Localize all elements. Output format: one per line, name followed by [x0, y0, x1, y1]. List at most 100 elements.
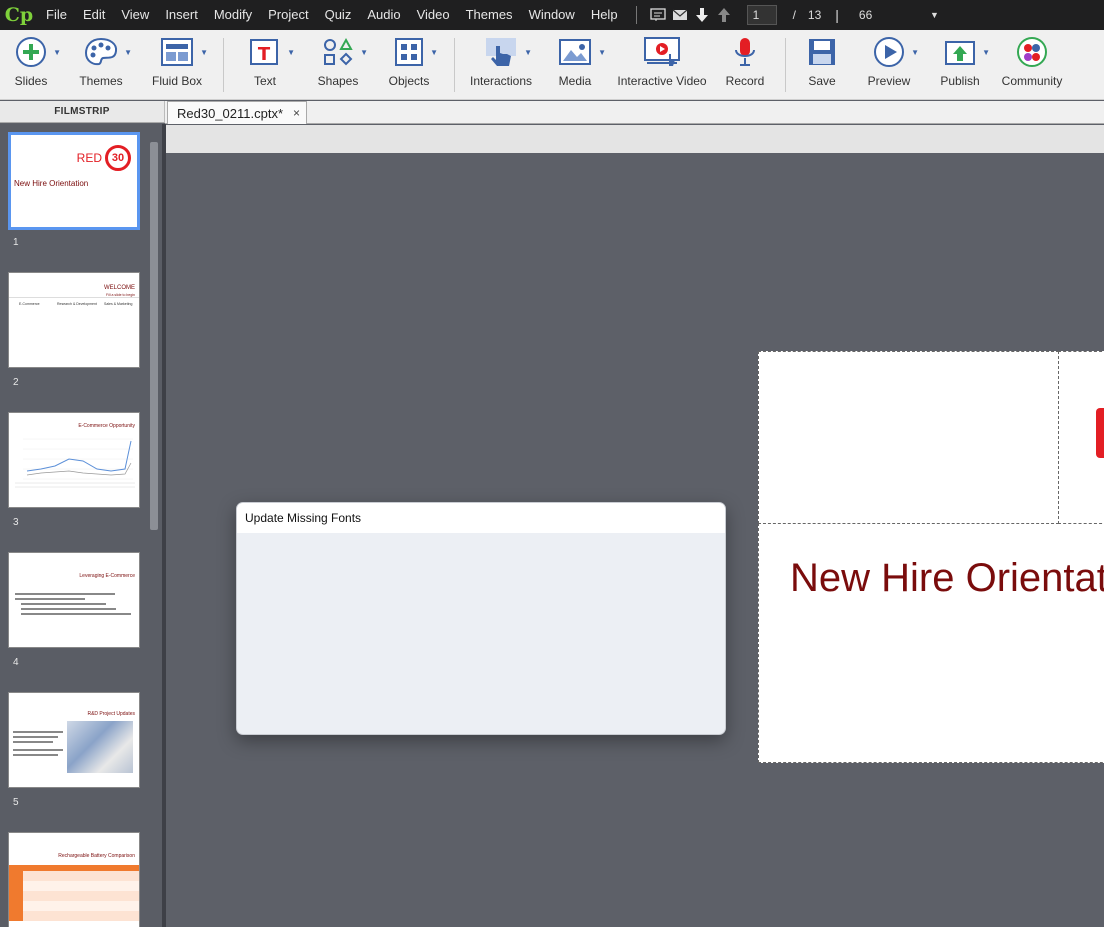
update-missing-fonts-dialog: Update Missing Fonts	[236, 502, 726, 735]
save-button[interactable]: Save	[804, 30, 840, 100]
chevron-down-icon: ▼	[911, 48, 919, 57]
thumbnail-table-row	[23, 901, 139, 911]
community-button[interactable]: Community	[1001, 30, 1063, 100]
chevron-down-icon: ▼	[598, 48, 606, 57]
slide-number: 4	[13, 657, 19, 668]
thumbnail-title: WELCOME	[103, 285, 135, 291]
thumbnail-title: Rechargeable Battery Comparison	[58, 853, 135, 859]
toolbar-separator	[785, 38, 786, 92]
record-button[interactable]: Record	[725, 30, 765, 100]
interactive-video-button[interactable]: Interactive Video	[617, 30, 707, 100]
thumbnail-bullet-line	[21, 603, 106, 605]
preview-button[interactable]: ▼ Preview	[866, 30, 919, 100]
slide-notes-icon[interactable]	[647, 0, 669, 30]
menu-help[interactable]: Help	[583, 0, 626, 30]
slide-thumbnail-4[interactable]: Leveraging E-Commerce	[8, 552, 140, 648]
image-icon	[559, 39, 591, 65]
ruler	[166, 125, 1104, 153]
thumbnail-table-sidebar	[9, 871, 23, 921]
preview-label: Preview	[867, 74, 911, 88]
zoom-value: 66	[858, 8, 873, 22]
menu-insert[interactable]: Insert	[157, 0, 206, 30]
chevron-down-icon: ▼	[360, 48, 368, 57]
chevron-down-icon: ▼	[524, 48, 532, 57]
save-label: Save	[808, 74, 836, 88]
thumbnail-bullet-line	[21, 613, 131, 615]
thumbnail-photo	[67, 721, 133, 773]
slide-thumbnail-6[interactable]: Rechargeable Battery Comparison	[8, 832, 140, 927]
document-tab[interactable]: Red30_0211.cptx* ×	[167, 101, 307, 124]
menu-view[interactable]: View	[113, 0, 157, 30]
filmstrip-scrollbar[interactable]	[150, 142, 158, 530]
filmstrip-header: FILMSTRIP	[0, 101, 165, 123]
close-icon[interactable]: ×	[293, 106, 300, 120]
toolbar-separator	[454, 38, 455, 92]
slide-thumbnail-2[interactable]: WELCOME Fill a slide to begin E-Commerce…	[8, 272, 140, 368]
thumbnail-title: New Hire Orientation	[14, 179, 89, 188]
menu-window[interactable]: Window	[521, 0, 583, 30]
thumbnail-column: Research & Development	[57, 302, 97, 306]
slide-thumbnail-3[interactable]: E-Commerce Opportunity	[8, 412, 140, 508]
red30-logo: RED 30	[77, 145, 131, 171]
chevron-down-icon: ▼	[287, 48, 295, 57]
logo-text: RED	[76, 151, 102, 165]
thumbnail-bullet-line	[13, 741, 53, 743]
community-label: Community	[1001, 74, 1063, 88]
slides-button[interactable]: ▼ Slides	[8, 30, 61, 100]
thumbnail-bullet-line	[15, 593, 115, 595]
interactive-video-label: Interactive Video	[617, 74, 707, 88]
thumbnail-chart	[15, 438, 135, 488]
slide-separator: /	[792, 8, 796, 22]
chevron-down-icon: ▼	[430, 48, 438, 57]
menu-edit[interactable]: Edit	[75, 0, 113, 30]
shapes-label: Shapes	[317, 74, 359, 88]
main-toolbar: ▼ Slides ▼ Themes ▼ Fluid Box T ▼ Text ▼…	[0, 30, 1104, 100]
dialog-title[interactable]: Update Missing Fonts	[237, 503, 725, 533]
palette-icon	[84, 37, 118, 66]
thumbnail-bullet-line	[13, 754, 58, 756]
menu-separator	[635, 6, 637, 24]
floppy-disk-icon	[809, 39, 835, 65]
fluid-box-button[interactable]: ▼ Fluid Box	[150, 30, 208, 100]
slides-label: Slides	[14, 74, 48, 88]
current-slide-input[interactable]: 1	[746, 5, 777, 25]
placeholder-box[interactable]	[758, 351, 1059, 524]
slide-thumbnail-5[interactable]: R&D Project Updates	[8, 692, 140, 788]
menu-modify[interactable]: Modify	[206, 0, 260, 30]
objects-button[interactable]: ▼ Objects	[388, 30, 438, 100]
menu-themes[interactable]: Themes	[458, 0, 521, 30]
slide-thumbnail-1[interactable]: RED 30 New Hire Orientation	[8, 132, 140, 230]
interactive-video-icon	[644, 37, 680, 66]
text-button[interactable]: T ▼ Text	[244, 30, 295, 100]
text-icon: T	[250, 39, 278, 65]
shapes-button[interactable]: ▼ Shapes	[316, 30, 368, 100]
zoom-select[interactable]: 66 ▼	[859, 8, 939, 22]
themes-label: Themes	[79, 74, 123, 88]
themes-button[interactable]: ▼ Themes	[76, 30, 132, 100]
thumbnail-bullet-line	[13, 731, 63, 733]
fluid-box-label: Fluid Box	[151, 74, 203, 88]
red30-logo	[1096, 408, 1104, 458]
slide-number: 5	[13, 797, 19, 808]
email-icon[interactable]	[669, 0, 691, 30]
next-slide-arrow-icon[interactable]	[691, 0, 713, 30]
menu-project[interactable]: Project	[260, 0, 316, 30]
media-button[interactable]: ▼ Media	[552, 30, 606, 100]
previous-slide-arrow-icon[interactable]	[713, 0, 735, 30]
document-tab-bar: Red30_0211.cptx* ×	[165, 101, 1104, 124]
slide-title[interactable]: New Hire Orientat	[790, 556, 1104, 601]
thumbnail-table-row	[23, 881, 139, 891]
fluid-box-icon	[161, 38, 193, 66]
menu-quiz[interactable]: Quiz	[317, 0, 360, 30]
chevron-down-icon: ▼	[982, 48, 990, 57]
interactions-button[interactable]: ▼ Interactions	[470, 30, 532, 100]
menu-bar: Cp File Edit View Insert Modify Project …	[0, 0, 1104, 30]
chevron-down-icon: ▼	[200, 48, 208, 57]
svg-text:T: T	[258, 44, 271, 65]
publish-button[interactable]: ▼ Publish	[938, 30, 990, 100]
chevron-down-icon: ▼	[124, 48, 132, 57]
toolbar-separator	[223, 38, 224, 92]
menu-audio[interactable]: Audio	[359, 0, 408, 30]
menu-video[interactable]: Video	[409, 0, 458, 30]
menu-file[interactable]: File	[38, 0, 75, 30]
